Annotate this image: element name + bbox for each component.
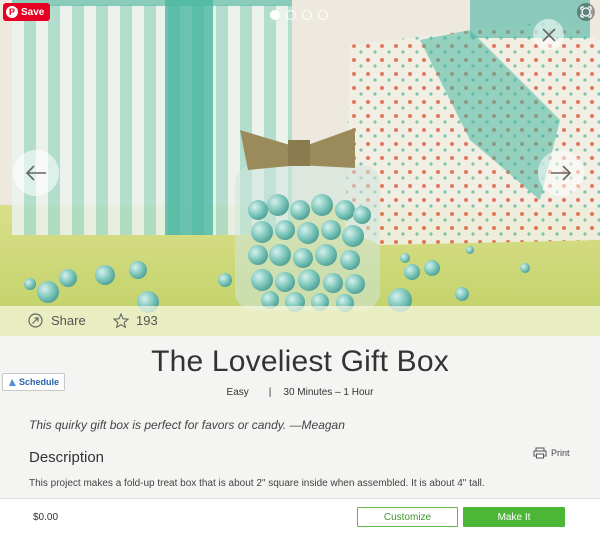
difficulty-label: Easy bbox=[226, 387, 249, 398]
pinterest-save-button[interactable]: P Save bbox=[3, 3, 51, 21]
save-label: Save bbox=[21, 6, 45, 18]
print-label: Print bbox=[551, 448, 570, 458]
next-slide-button[interactable] bbox=[538, 150, 584, 196]
arrow-left-icon bbox=[25, 165, 46, 181]
slide-indicator bbox=[270, 10, 328, 20]
slide-dot-1[interactable] bbox=[270, 10, 280, 20]
description-heading: Description bbox=[29, 449, 105, 466]
pinterest-icon: P bbox=[6, 6, 18, 18]
description-text: This project makes a fold-up treat box t… bbox=[29, 478, 485, 489]
slide-dot-3[interactable] bbox=[302, 10, 312, 20]
project-title: The Loveliest Gift Box bbox=[151, 345, 449, 378]
hero-action-bar: Share 193 bbox=[0, 306, 600, 336]
duration-label: 30 Minutes – 1 Hour bbox=[283, 387, 374, 398]
previous-slide-button[interactable] bbox=[13, 150, 59, 196]
schedule-icon bbox=[9, 378, 16, 386]
slide-dot-2[interactable] bbox=[286, 10, 296, 20]
make-it-button[interactable]: Make It bbox=[463, 507, 565, 527]
arrow-right-icon bbox=[551, 165, 572, 181]
schedule-label: Schedule bbox=[19, 377, 60, 387]
share-label: Share bbox=[51, 313, 86, 328]
meta-separator: | bbox=[268, 387, 272, 398]
price-label: $0.00 bbox=[33, 512, 59, 523]
share-button[interactable]: Share bbox=[28, 313, 86, 328]
share-icon bbox=[28, 313, 43, 328]
printer-icon bbox=[533, 447, 547, 459]
close-button[interactable] bbox=[533, 19, 564, 50]
print-button[interactable]: Print bbox=[533, 447, 570, 459]
fullscreen-button[interactable] bbox=[577, 3, 595, 21]
customize-button[interactable]: Customize bbox=[357, 507, 458, 527]
star-icon bbox=[113, 313, 129, 328]
purchase-bar: $0.00 Customize Make It bbox=[0, 498, 600, 534]
designer-quote: This quirky gift box is perfect for favo… bbox=[29, 418, 345, 432]
favorite-count: 193 bbox=[136, 313, 158, 328]
hero-image: P Save Share 193 bbox=[0, 0, 600, 336]
close-icon bbox=[541, 27, 556, 42]
gift-box-photo bbox=[0, 0, 600, 336]
project-meta: Easy | 30 Minutes – 1 Hour bbox=[0, 387, 600, 398]
expand-icon bbox=[580, 6, 592, 18]
slide-dot-4[interactable] bbox=[318, 10, 328, 20]
favorite-button[interactable]: 193 bbox=[113, 313, 158, 328]
